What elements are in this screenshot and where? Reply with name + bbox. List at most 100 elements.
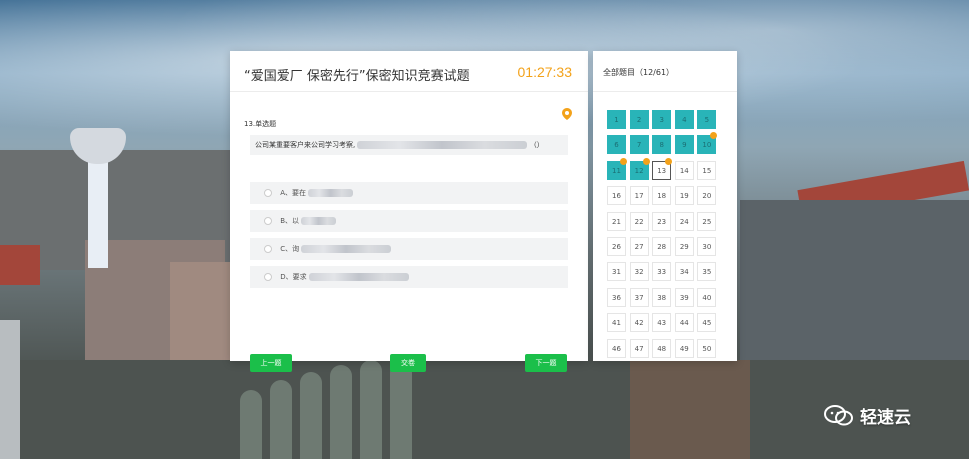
radio-icon[interactable] [264, 273, 272, 281]
question-number-cell[interactable]: 18 [652, 186, 672, 206]
question-number-cell[interactable]: 12 [629, 157, 650, 180]
blurred-option-text [301, 245, 392, 253]
question-number-cell[interactable]: 47 [629, 338, 649, 358]
question-number-text: 29 [679, 243, 689, 251]
question-number-cell[interactable]: 36 [607, 287, 626, 307]
question-number-cell[interactable]: 26 [607, 237, 626, 256]
question-number-text: 6 [614, 141, 619, 150]
question-number-text: 31 [612, 268, 621, 277]
question-number-cell[interactable]: 13 [652, 157, 673, 180]
question-number-cell[interactable]: 37 [629, 287, 649, 307]
question-number-cell[interactable]: 44 [674, 313, 694, 333]
option-d[interactable]: D、要求 [250, 266, 568, 288]
question-number-text: 15 [702, 166, 712, 175]
question-number-cell[interactable]: 14 [674, 160, 694, 180]
question-number-cell[interactable]: 10 [697, 132, 718, 155]
question-number-cell[interactable]: 16 [607, 186, 626, 206]
option-a[interactable]: A、要在 [250, 182, 568, 204]
question-number-text: 21 [612, 217, 621, 226]
question-number-cell[interactable]: 19 [674, 186, 694, 206]
question-number-cell[interactable]: 38 [652, 287, 672, 307]
question-number-cell[interactable]: 20 [697, 186, 717, 206]
question-number-cell[interactable]: 29 [674, 237, 694, 256]
question-number-text: 47 [634, 344, 644, 353]
question-number-cell[interactable]: 46 [607, 338, 626, 358]
question-number-text: 26 [612, 243, 621, 251]
question-number-cell[interactable]: 4 [674, 110, 694, 129]
question-number-cell[interactable]: 6 [607, 135, 626, 155]
question-number-cell[interactable]: 33 [652, 262, 672, 282]
question-number-cell[interactable]: 31 [607, 262, 626, 282]
question-number-cell[interactable]: 7 [629, 135, 649, 155]
question-number-text: 25 [702, 217, 712, 226]
question-number-text: 10 [702, 141, 712, 150]
question-number-cell[interactable]: 24 [674, 211, 694, 231]
question-number-text: 4 [682, 116, 687, 124]
question-text: 公司某重要客户来公司学习考察, （） [250, 135, 568, 155]
submit-exam-button[interactable]: 交卷 [390, 354, 426, 372]
question-number-text: 41 [612, 319, 621, 328]
radio-icon[interactable] [264, 189, 272, 197]
question-number-cell[interactable]: 40 [697, 287, 717, 307]
blurred-option-text [308, 273, 409, 281]
question-number-cell[interactable]: 17 [629, 186, 649, 206]
bookmark-pin-icon[interactable] [562, 108, 572, 120]
radio-icon[interactable] [264, 245, 272, 253]
question-text-visible: 公司某重要客户来公司学习考察, [255, 141, 356, 149]
radio-icon[interactable] [264, 217, 272, 225]
option-c[interactable]: C、询 [250, 238, 568, 260]
question-number-text: 32 [634, 268, 644, 277]
prev-question-button[interactable]: 上一题 [250, 354, 292, 372]
question-number-text: 38 [657, 293, 667, 302]
blurred-option-text [308, 189, 354, 197]
question-number-cell[interactable]: 32 [629, 262, 649, 282]
question-number-cell[interactable]: 48 [652, 338, 672, 358]
question-number-text: 1 [614, 116, 619, 124]
question-number-cell[interactable]: 9 [674, 135, 694, 155]
question-number-text: 45 [702, 319, 712, 328]
bookmark-marker-icon [665, 157, 673, 165]
question-number-text: 8 [659, 141, 664, 150]
question-number-text: 35 [702, 268, 712, 277]
question-number-text: 30 [702, 243, 712, 251]
question-number-text: 18 [657, 192, 667, 201]
question-number-text: 11 [612, 166, 621, 175]
question-number-text: 33 [657, 268, 667, 277]
question-number-cell[interactable]: 43 [652, 313, 672, 333]
question-number-text: 14 [679, 166, 689, 175]
question-number-cell[interactable]: 22 [629, 211, 649, 231]
question-number-cell[interactable]: 27 [629, 237, 649, 256]
question-number-cell[interactable]: 5 [697, 110, 717, 129]
question-number-cell[interactable]: 34 [674, 262, 694, 282]
question-number-cell[interactable]: 45 [697, 313, 717, 333]
question-number-text: 27 [634, 243, 644, 251]
question-number-cell[interactable]: 28 [652, 237, 672, 256]
question-number-cell[interactable]: 8 [652, 135, 672, 155]
option-b-label: B、以 [280, 217, 300, 225]
question-number-cell[interactable]: 41 [607, 313, 626, 333]
question-panel-header: “爱国爱厂 保密先行”保密知识竞赛试题 01:27:33 [230, 51, 588, 92]
question-number-cell[interactable]: 11 [607, 157, 627, 180]
question-number-text: 13 [657, 166, 667, 175]
question-number-cell[interactable]: 2 [629, 110, 649, 129]
question-number-cell[interactable]: 25 [697, 211, 717, 231]
question-number-text: 19 [679, 192, 689, 201]
question-number-cell[interactable]: 3 [652, 110, 672, 129]
question-number-cell[interactable]: 30 [697, 237, 717, 256]
question-number-cell[interactable]: 15 [697, 160, 717, 180]
question-number-cell[interactable]: 35 [697, 262, 717, 282]
question-number-cell[interactable]: 23 [652, 211, 672, 231]
option-b[interactable]: B、以 [250, 210, 568, 232]
question-number-cell[interactable]: 42 [629, 313, 649, 333]
question-navigator-panel: 全部题目（12/61） 1 2 3 4 5 6 7 8 9 10 11 12 13 14 15 16 17 18 1… [593, 51, 737, 361]
question-number-cell[interactable]: 21 [607, 211, 626, 231]
question-number-text: 49 [679, 344, 689, 353]
question-number-cell[interactable]: 49 [674, 338, 694, 358]
question-number-cell[interactable]: 1 [607, 110, 626, 129]
question-number-text: 22 [634, 217, 644, 226]
next-question-button[interactable]: 下一题 [525, 354, 567, 372]
blurred-option-text [301, 217, 337, 225]
question-number-cell[interactable]: 39 [674, 287, 694, 307]
question-number-cell[interactable]: 50 [697, 338, 717, 358]
question-text-end: （） [529, 141, 544, 149]
